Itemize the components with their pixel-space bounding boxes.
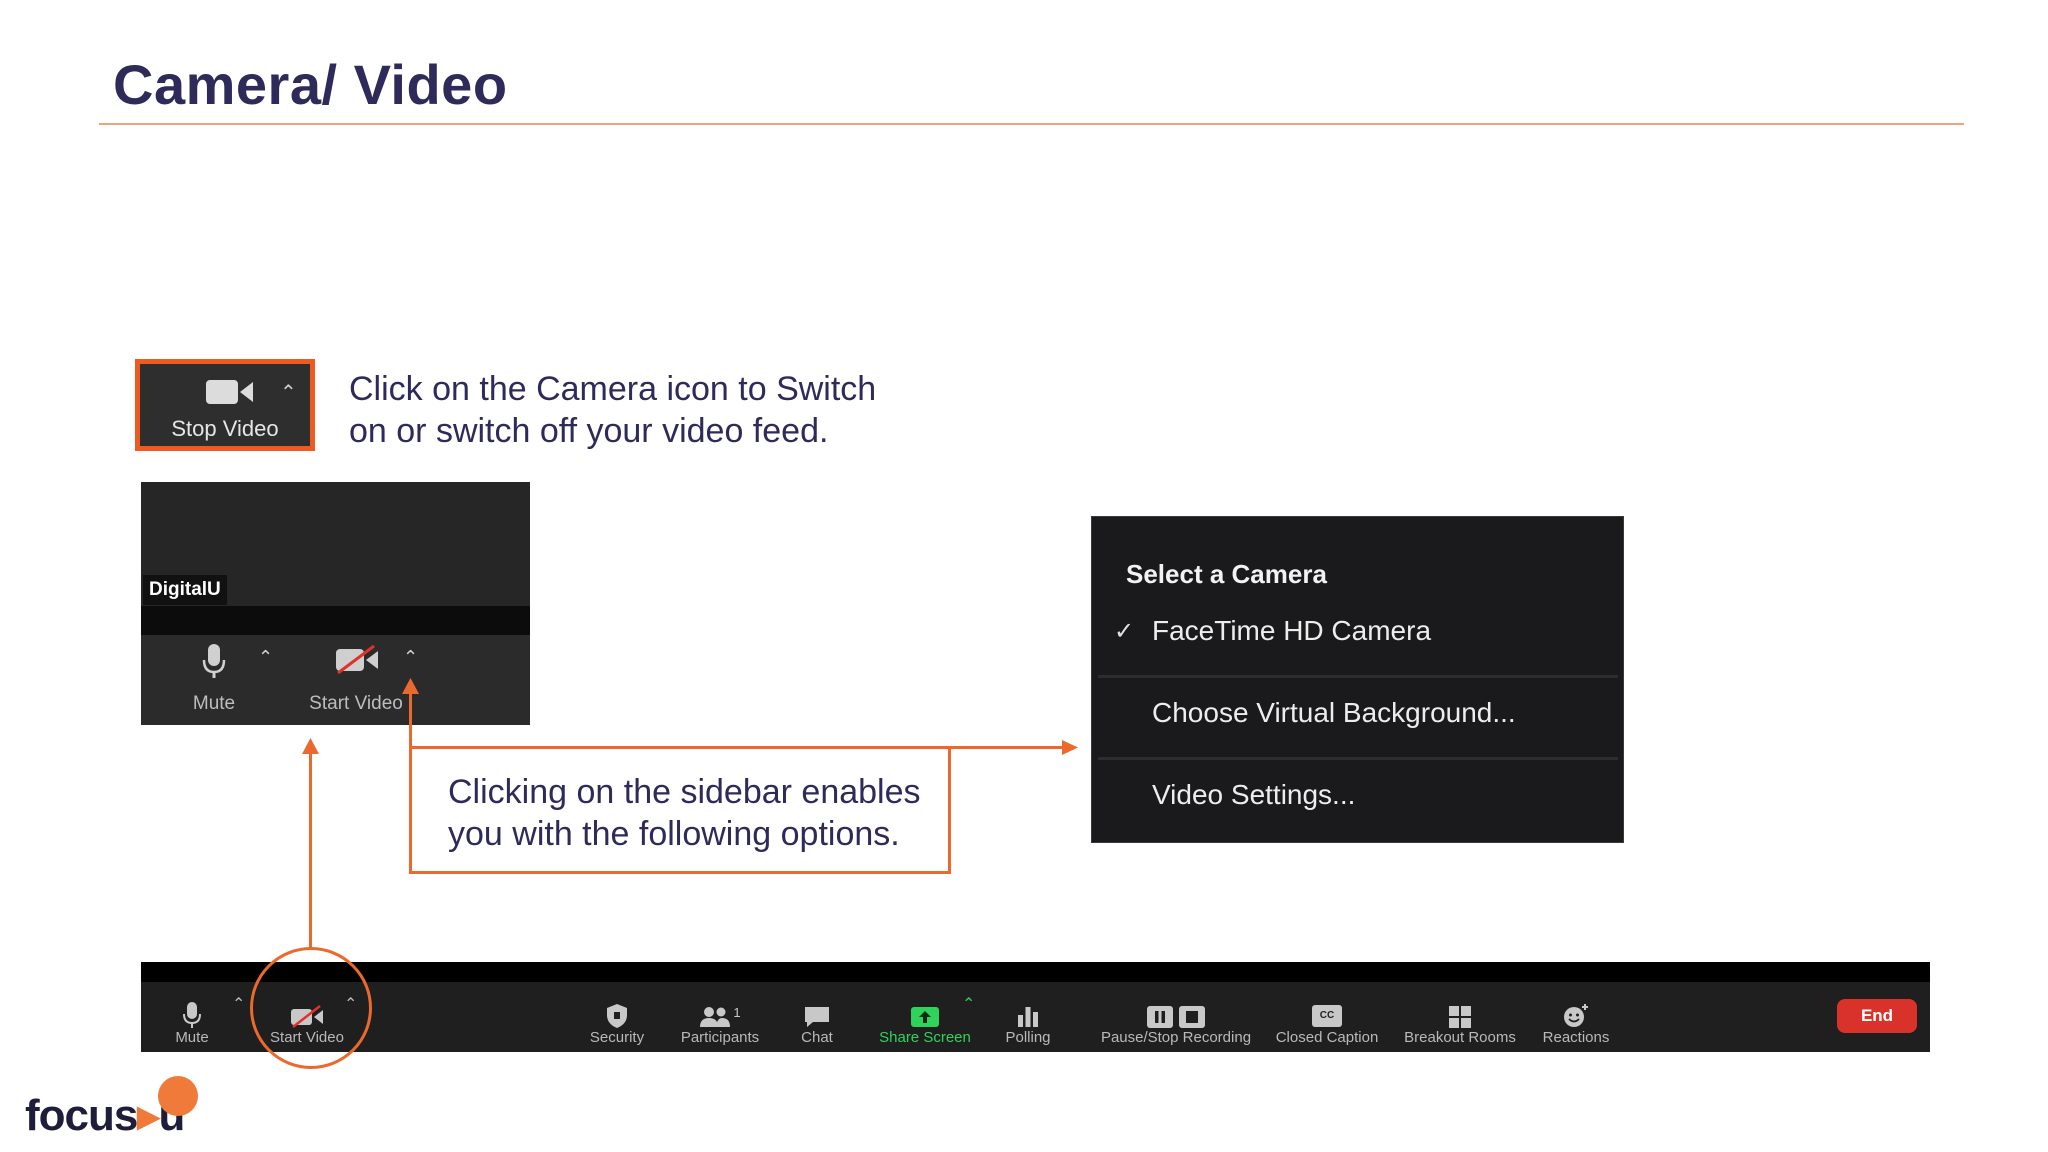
participant-tile: DigitalU Mute ⌃ Start Video ⌃ (141, 482, 530, 725)
chevron-up-icon[interactable]: ⌃ (280, 380, 297, 405)
menu-item-facetime-camera[interactable]: FaceTime HD Camera (1152, 615, 1431, 647)
sidebar-caption-box: Clicking on the sidebar enables you with… (409, 746, 951, 874)
microphone-icon (183, 1002, 201, 1028)
tile-start-video-button[interactable]: Start Video (301, 635, 411, 725)
tile-start-video-label: Start Video (309, 693, 403, 714)
tile-mute-label: Mute (192, 693, 236, 714)
arrow-up-icon (402, 678, 419, 694)
share-screen-label: Share Screen (879, 1029, 971, 1046)
chevron-up-icon[interactable]: ⌃ (962, 994, 975, 1014)
chat-icon (805, 1007, 829, 1027)
checkmark-icon: ✓ (1114, 618, 1135, 645)
tile-controls: Mute ⌃ Start Video ⌃ (141, 635, 530, 725)
menu-divider (1098, 675, 1618, 678)
highlight-circle (250, 947, 372, 1069)
arrow-right-icon (1062, 740, 1078, 755)
connector-line (951, 746, 1066, 749)
closed-caption-button[interactable]: CC Closed Caption (1269, 982, 1385, 1052)
meeting-toolbar: Mute ⌃ Start Video ⌃ Security 1 Particip… (141, 982, 1930, 1052)
chat-button[interactable]: Chat (788, 982, 846, 1052)
participants-label: Participants (680, 1029, 760, 1046)
closed-caption-icon: CC (1312, 1005, 1342, 1027)
recording-label: Pause/Stop Recording (1100, 1029, 1252, 1046)
reactions-label: Reactions (1542, 1029, 1610, 1046)
breakout-rooms-label: Breakout Rooms (1404, 1029, 1516, 1046)
security-label: Security (589, 1029, 645, 1046)
menu-item-video-settings[interactable]: Video Settings... (1152, 779, 1355, 811)
tile-mute-button[interactable]: Mute (178, 635, 250, 725)
video-camera-icon (206, 380, 253, 404)
menu-item-virtual-background[interactable]: Choose Virtual Background... (1152, 697, 1516, 729)
menu-divider (1098, 757, 1618, 760)
chevron-up-icon[interactable]: ⌃ (403, 647, 418, 668)
share-screen-icon (911, 1007, 939, 1027)
chat-label: Chat (801, 1029, 833, 1046)
connector-line (309, 748, 312, 948)
toolbar-header (141, 962, 1930, 982)
sidebar-caption: Clicking on the sidebar enables you with… (448, 773, 921, 853)
logo-badge-icon (158, 1076, 198, 1116)
closed-caption-label: Closed Caption (1275, 1029, 1379, 1046)
pause-stop-recording-button[interactable]: Pause/Stop Recording (1096, 982, 1256, 1052)
camera-icon-caption: Click on the Camera icon to Switch on or… (349, 370, 877, 450)
chevron-up-icon[interactable]: ⌃ (258, 647, 273, 668)
participants-icon (700, 1007, 731, 1027)
polling-label: Polling (1005, 1029, 1051, 1046)
video-off-icon (336, 645, 378, 675)
camera-options-menu: Select a Camera ✓ FaceTime HD Camera Cho… (1091, 516, 1624, 843)
participants-button[interactable]: 1 Participants (669, 982, 771, 1052)
breakout-rooms-icon (1449, 1006, 1471, 1028)
share-screen-button[interactable]: Share Screen (872, 982, 978, 1052)
arrow-up-icon (302, 738, 319, 754)
page-title: Camera/ Video (113, 53, 508, 116)
security-button[interactable]: Security (582, 982, 652, 1052)
microphone-icon (202, 644, 226, 678)
mute-label: Mute (175, 1029, 209, 1046)
breakout-rooms-button[interactable]: Breakout Rooms (1399, 982, 1521, 1052)
polling-button[interactable]: Polling (994, 982, 1062, 1052)
shield-icon (607, 1004, 627, 1028)
polling-icon (1018, 1007, 1038, 1027)
stop-video-button[interactable]: ⌃ Stop Video (135, 359, 315, 451)
tile-divider (141, 606, 530, 635)
participants-count: 1 (733, 1005, 741, 1020)
menu-header: Select a Camera (1126, 559, 1327, 589)
logo-text: focus (25, 1091, 138, 1140)
logo-arrow-icon: ▸ (137, 1091, 159, 1140)
end-meeting-button[interactable]: End (1837, 999, 1917, 1033)
connector-line (409, 690, 412, 748)
reactions-icon (1564, 1004, 1588, 1027)
participant-name: DigitalU (143, 575, 227, 605)
reactions-button[interactable]: Reactions (1531, 982, 1621, 1052)
mute-button[interactable]: Mute (163, 982, 221, 1052)
chevron-up-icon[interactable]: ⌃ (232, 994, 245, 1014)
pause-stop-icon (1147, 1006, 1205, 1028)
stop-video-label: Stop Video (171, 416, 279, 441)
title-divider (99, 123, 1964, 125)
